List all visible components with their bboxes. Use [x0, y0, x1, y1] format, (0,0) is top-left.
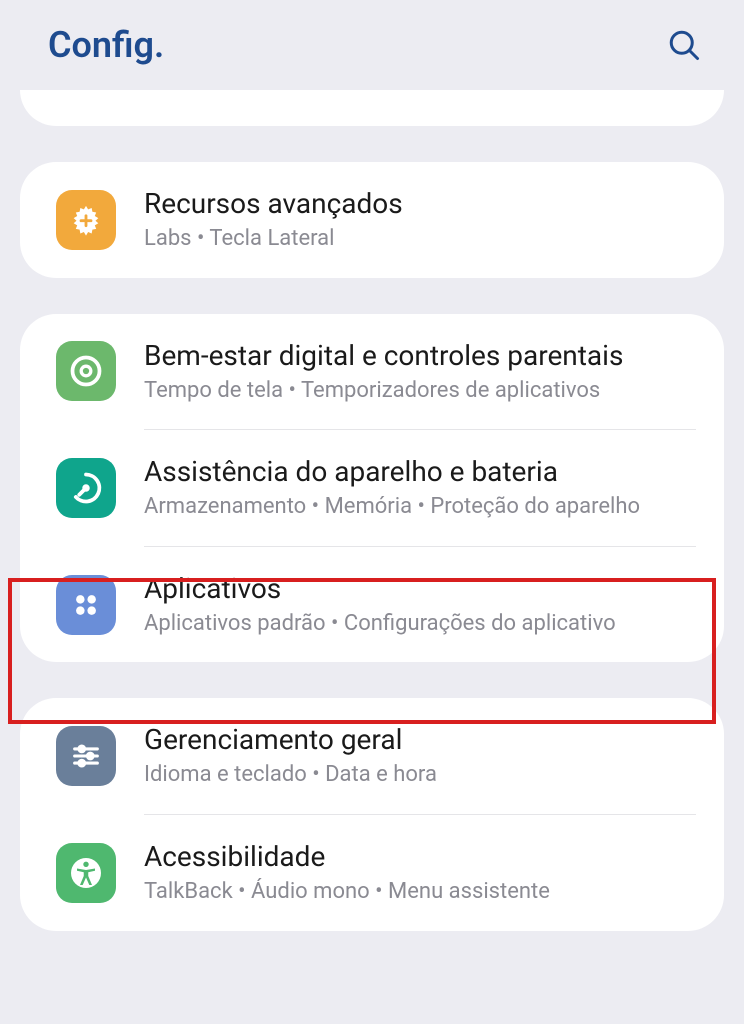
settings-row-devicecare[interactable]: Assistência do aparelho e bateria Armaze… — [20, 430, 724, 546]
row-subtitle: Armazenamento • Memória • Proteção do ap… — [144, 493, 696, 522]
devicecare-icon — [56, 458, 116, 518]
settings-row-wellbeing[interactable]: Bem-estar digital e controles parentais … — [20, 314, 724, 430]
row-subtitle: Labs • Tecla Lateral — [144, 225, 696, 254]
row-subtitle: TalkBack • Áudio mono • Menu assistente — [144, 878, 696, 907]
settings-row-apps[interactable]: Aplicativos Aplicativos padrão • Configu… — [20, 547, 724, 663]
row-title: Assistência do aparelho e bateria — [144, 454, 696, 489]
search-button[interactable] — [664, 25, 704, 65]
search-icon — [666, 27, 702, 63]
settings-group: Bem-estar digital e controles parentais … — [20, 314, 724, 663]
settings-group: Gerenciamento geral Idioma e teclado • D… — [20, 698, 724, 930]
row-title: Gerenciamento geral — [144, 722, 696, 757]
page-title: Config. — [48, 24, 164, 66]
accessibility-icon — [56, 843, 116, 903]
wellbeing-icon — [56, 341, 116, 401]
settings-row-advanced[interactable]: Recursos avançados Labs • Tecla Lateral — [20, 162, 724, 278]
row-title: Aplicativos — [144, 571, 696, 606]
row-title: Acessibilidade — [144, 839, 696, 874]
settings-row-accessibility[interactable]: Acessibilidade TalkBack • Áudio mono • M… — [20, 815, 724, 931]
header: Config. — [0, 0, 744, 90]
row-title: Bem-estar digital e controles parentais — [144, 338, 696, 373]
settings-screen: Config. Recursos avançados Labs • Tec — [0, 0, 744, 931]
sliders-icon — [56, 726, 116, 786]
plus-gear-icon — [56, 190, 116, 250]
row-subtitle: Idioma e teclado • Data e hora — [144, 761, 696, 790]
row-title: Recursos avançados — [144, 186, 696, 221]
apps-icon — [56, 575, 116, 635]
partial-previous-card — [20, 90, 724, 126]
settings-group: Recursos avançados Labs • Tecla Lateral — [20, 162, 724, 278]
row-subtitle: Tempo de tela • Temporizadores de aplica… — [144, 377, 696, 406]
row-subtitle: Aplicativos padrão • Configurações do ap… — [144, 610, 696, 639]
settings-row-general[interactable]: Gerenciamento geral Idioma e teclado • D… — [20, 698, 724, 814]
